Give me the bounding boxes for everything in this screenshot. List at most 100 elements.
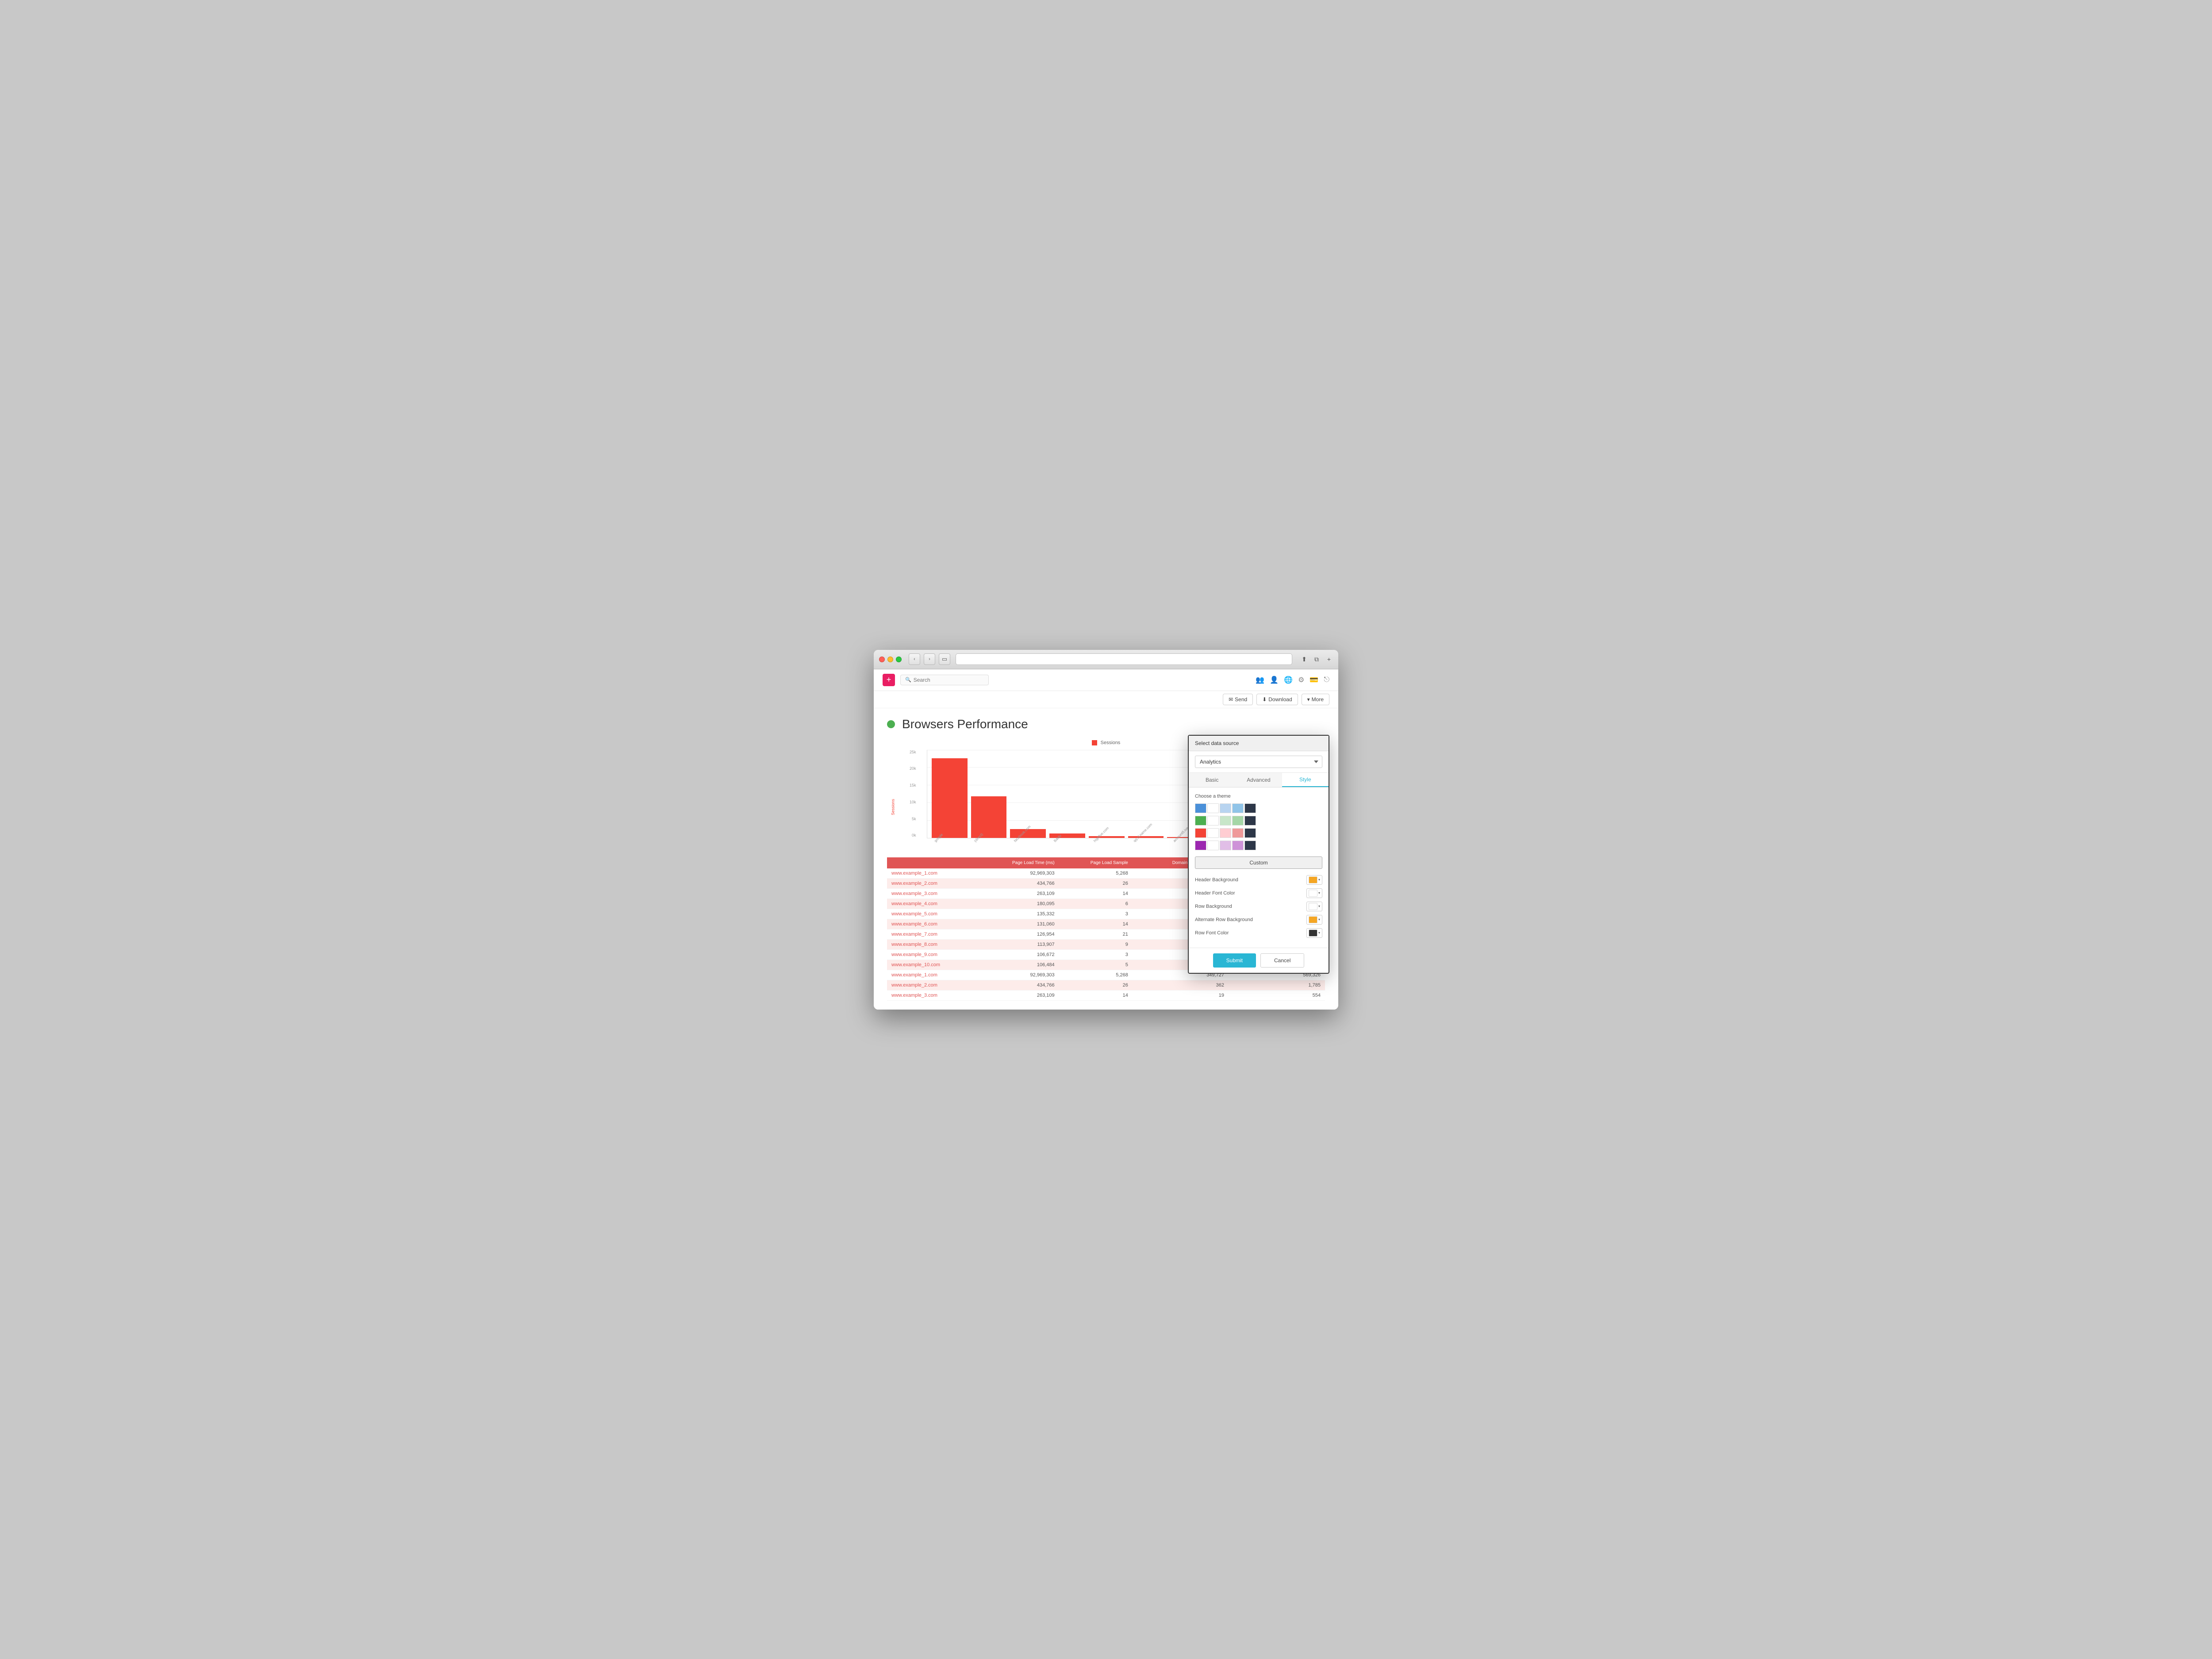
header-icons: 👥 👤 🌐 ⚙ 💳 ⎋ [1256, 676, 1329, 684]
theme-swatch[interactable] [1195, 803, 1206, 813]
add-button[interactable]: + [883, 674, 895, 686]
table-cell: 131,060 [978, 919, 1059, 929]
app-logo-area: + 🔍 [883, 674, 1256, 686]
search-box[interactable]: 🔍 [900, 675, 989, 685]
theme-row [1195, 828, 1322, 838]
theme-swatch[interactable] [1220, 816, 1231, 826]
theme-swatch[interactable] [1195, 828, 1206, 838]
browser-window: ‹ › ▭ ⬆ ⧉ + + 🔍 [874, 650, 1338, 1010]
app-header: + 🔍 👥 👤 🌐 ⚙ 💳 ⎋ [874, 669, 1338, 691]
cancel-button[interactable]: Cancel [1260, 953, 1304, 968]
theme-swatch[interactable] [1195, 816, 1206, 826]
legend-color-swatch [1092, 740, 1097, 745]
table-cell: 14 [1059, 888, 1133, 899]
theme-section-label: Choose a theme [1195, 794, 1322, 799]
back-icon: ‹ [914, 657, 915, 662]
dialog-body: Choose a theme Custom Header Background▾… [1189, 787, 1329, 948]
duplicate-icon[interactable]: ⧉ [1313, 655, 1321, 663]
theme-swatch[interactable] [1232, 816, 1244, 826]
table-cell: 3 [1059, 909, 1133, 919]
sidebar-button[interactable]: ▭ [939, 653, 950, 665]
y-axis-label: Sessions [891, 799, 895, 815]
theme-row [1195, 841, 1322, 850]
page-title: Browsers Performance [902, 717, 1028, 731]
theme-swatch[interactable] [1220, 803, 1231, 813]
send-button[interactable]: ✉ Send [1223, 694, 1253, 705]
logout-icon[interactable]: ⎋ [1324, 676, 1329, 684]
theme-swatch[interactable] [1207, 828, 1219, 838]
forward-icon: › [929, 657, 930, 662]
dropdown-arrow-icon: ▾ [1318, 904, 1320, 908]
theme-swatch[interactable] [1244, 816, 1256, 826]
dialog-datasource-section: Analytics [1189, 751, 1329, 773]
table-cell: 180,095 [978, 899, 1059, 909]
user-icon[interactable]: 👤 [1270, 676, 1279, 684]
globe-icon[interactable]: 🌐 [1284, 676, 1293, 684]
theme-swatch[interactable] [1244, 803, 1256, 813]
color-swatch [1309, 876, 1317, 883]
dropdown-arrow-icon: ▾ [1318, 891, 1320, 895]
table-header-cell: Page Load Time (ms) [978, 857, 1059, 868]
download-button[interactable]: ⬇ Download [1256, 694, 1298, 705]
datasource-select[interactable]: Analytics [1195, 756, 1322, 768]
more-button[interactable]: ▾ More [1302, 694, 1329, 705]
table-cell: 554 [1229, 990, 1325, 1000]
theme-swatch[interactable] [1220, 841, 1231, 850]
tab-advanced[interactable]: Advanced [1235, 773, 1282, 787]
new-tab-icon[interactable]: + [1325, 655, 1333, 663]
table-cell: www.example_4.com [887, 899, 978, 909]
color-picker-button[interactable]: ▾ [1306, 928, 1322, 938]
theme-swatch[interactable] [1244, 828, 1256, 838]
table-cell: www.example_2.com [887, 980, 978, 990]
back-button[interactable]: ‹ [909, 653, 920, 665]
tab-basic[interactable]: Basic [1189, 773, 1235, 787]
theme-swatch[interactable] [1207, 803, 1219, 813]
custom-theme-button[interactable]: Custom [1195, 856, 1322, 869]
main-content: Browsers Performance Sessions Sessions [874, 708, 1338, 1010]
maximize-button[interactable] [896, 657, 902, 662]
theme-row [1195, 803, 1322, 813]
color-settings: Header Background▾Header Font Color▾Row … [1195, 875, 1322, 938]
table-cell: 135,332 [978, 909, 1059, 919]
minimize-button[interactable] [887, 657, 893, 662]
download-icon: ⬇ [1262, 696, 1267, 703]
table-cell: 1,785 [1229, 980, 1325, 990]
theme-swatch[interactable] [1220, 828, 1231, 838]
data-source-dialog[interactable]: Select data source Analytics Basic Advan… [1188, 735, 1329, 974]
card-icon[interactable]: 💳 [1310, 676, 1318, 684]
theme-swatch[interactable] [1207, 841, 1219, 850]
table-cell: 92,969,303 [978, 970, 1059, 980]
dropdown-arrow-icon: ▾ [1318, 878, 1320, 882]
forward-button[interactable]: › [924, 653, 935, 665]
table-cell: 92,969,303 [978, 868, 1059, 879]
theme-swatch[interactable] [1244, 841, 1256, 850]
theme-swatch[interactable] [1232, 828, 1244, 838]
color-picker-button[interactable]: ▾ [1306, 915, 1322, 925]
table-cell: www.example_2.com [887, 878, 978, 888]
users-icon[interactable]: 👥 [1256, 676, 1264, 684]
submit-button[interactable]: Submit [1213, 953, 1256, 968]
color-picker-button[interactable]: ▾ [1306, 875, 1322, 885]
table-cell: 6 [1059, 899, 1133, 909]
color-picker-button[interactable]: ▾ [1306, 888, 1322, 898]
close-button[interactable] [879, 657, 885, 662]
sidebar-icon: ▭ [942, 656, 947, 663]
table-cell: www.example_3.com [887, 888, 978, 899]
share-icon[interactable]: ⬆ [1300, 655, 1308, 663]
settings-icon[interactable]: ⚙ [1298, 676, 1304, 684]
theme-swatch[interactable] [1232, 803, 1244, 813]
table-cell: www.example_7.com [887, 929, 978, 939]
table-cell: 263,109 [978, 990, 1059, 1000]
theme-swatch[interactable] [1207, 816, 1219, 826]
traffic-lights [879, 657, 902, 662]
dialog-footer: Submit Cancel [1189, 948, 1329, 973]
theme-swatch[interactable] [1195, 841, 1206, 850]
color-picker-button[interactable]: ▾ [1306, 902, 1322, 911]
table-cell: 9 [1059, 939, 1133, 949]
bar-(direct) [971, 796, 1007, 838]
theme-swatch[interactable] [1232, 841, 1244, 850]
search-input[interactable] [914, 677, 984, 683]
theme-grid [1195, 803, 1322, 850]
tab-style[interactable]: Style [1282, 773, 1329, 787]
address-bar[interactable] [956, 653, 1292, 665]
